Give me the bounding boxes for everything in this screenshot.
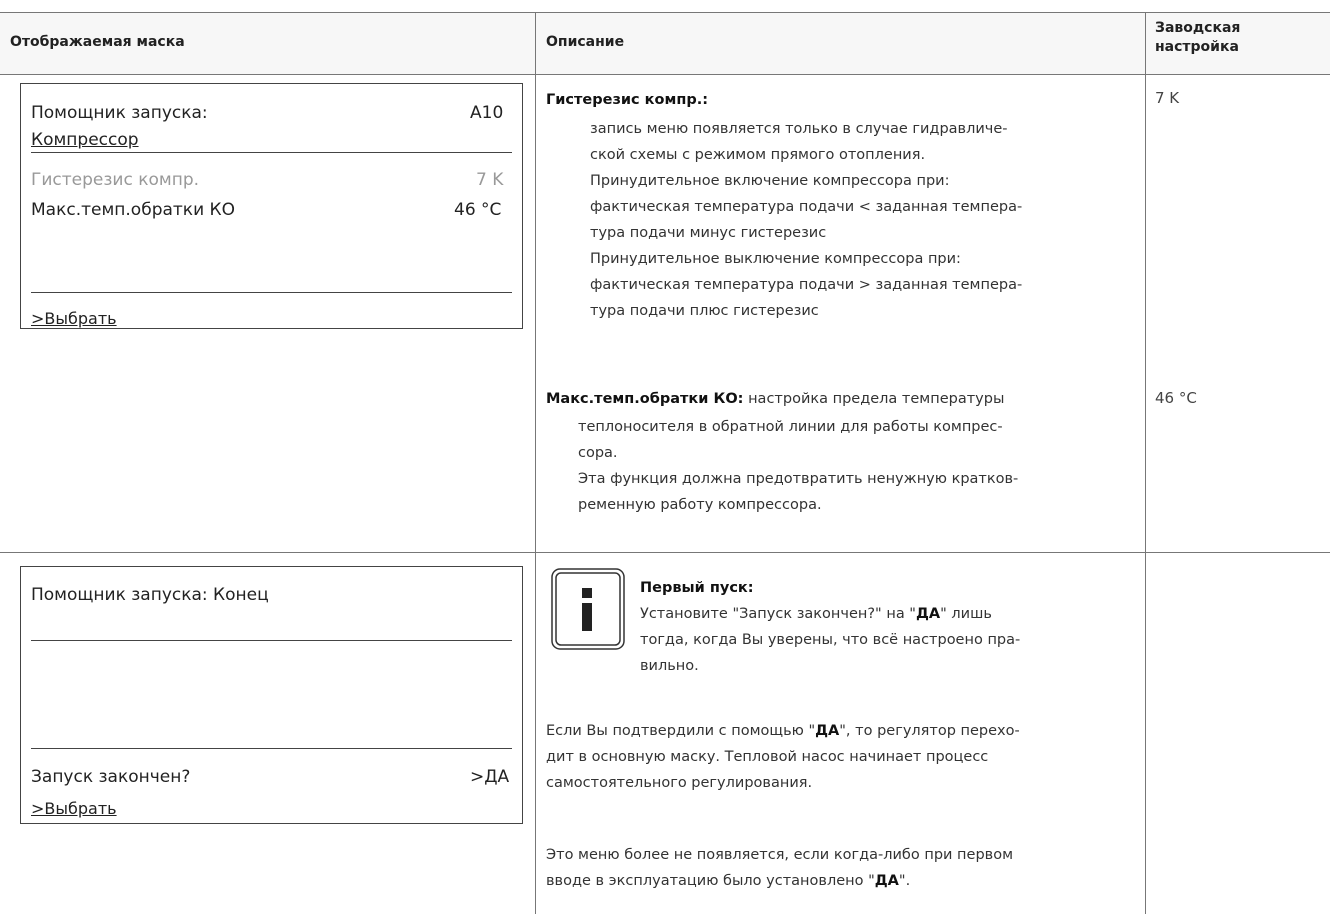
header-description-column: Описание [546, 34, 625, 50]
note-line: вильно. [640, 658, 699, 674]
header-factory-setting-line1: Заводская [1155, 20, 1241, 36]
note-line: тогда, когда Вы уверены, что всё настрое… [640, 632, 1021, 648]
para-line: Это меню более не появляется, если когда… [546, 847, 1014, 863]
column-divider-2 [1145, 12, 1146, 914]
para-line: Если Вы подтвердили с помощью "ДА", то р… [546, 718, 1020, 744]
desc-line: тура подачи плюс гистерезис [590, 303, 819, 319]
screen-code: A10 [470, 103, 504, 123]
info-icon [551, 568, 625, 650]
note-line: Установите "Запуск закончен?" на "ДА" ли… [640, 601, 992, 627]
desc-line: сора. [578, 445, 618, 461]
desc-line: ременную работу компрессора. [578, 497, 822, 513]
max-return-first-line: Макс.темп.обратки КО: настройка предела … [546, 386, 1004, 412]
note-text: Установите "Запуск закончен?" на " [640, 606, 916, 622]
term-hysteresis: Гистерезис компр.: [546, 92, 709, 108]
desc-line: теплоносителя в обратной линии для работ… [578, 419, 1003, 435]
screen-separator [31, 292, 512, 293]
hysteresis-value: 7 K [476, 170, 504, 190]
factory-max-return-temp: 46 °C [1155, 389, 1197, 407]
para-text: Если Вы подтвердили с помощью " [546, 723, 816, 739]
para-text: вводе в эксплуатацию было установлено " [546, 873, 875, 889]
desc-line: Принудительное выключение компрессора пр… [590, 251, 961, 267]
factory-hysteresis: 7 K [1155, 89, 1180, 107]
start-finished-answer: >ДА [470, 767, 510, 787]
para-line: самостоятельного регулирования. [546, 775, 813, 791]
screen-separator [31, 748, 512, 749]
hysteresis-label: Гистерезис компр. [31, 170, 200, 190]
row-divider [0, 552, 1330, 553]
screen-separator [31, 152, 512, 153]
header-bottom-border [0, 74, 1330, 75]
table-top-border [0, 12, 1330, 13]
screen-subtitle: Компрессор [31, 130, 139, 150]
desc-line: Эта функция должна предотвратить ненужну… [578, 471, 1019, 487]
note-title: Первый пуск: [640, 580, 754, 596]
start-finished-question: Запуск закончен? [31, 767, 191, 787]
para-line: дит в основную маску. Тепловой насос нач… [546, 749, 989, 765]
para-text: ", то регулятор перехо- [839, 723, 1020, 739]
para-text: ". [898, 873, 911, 889]
screen-separator [31, 640, 512, 641]
note-yes: ДА [915, 606, 941, 622]
desc-line: фактическая температура подачи > заданна… [590, 277, 1023, 293]
desc-line: ской схемы с режимом прямого отопления. [590, 147, 926, 163]
screen-title: Помощник запуска: Конец [31, 585, 269, 605]
select-action: >Выбрать [31, 799, 117, 818]
desc-line: тура подачи минус гистерезис [590, 225, 827, 241]
header-screen-column: Отображаемая маска [10, 34, 185, 50]
desc-text: настройка предела температуры [743, 391, 1005, 407]
para-line: вводе в эксплуатацию было установлено "Д… [546, 868, 910, 894]
desc-line: фактическая температура подачи < заданна… [590, 199, 1023, 215]
para-yes: ДА [815, 723, 840, 739]
term-max-return-temp: Макс.темп.обратки КО: [546, 391, 744, 407]
header-factory-setting-line2: настройка [1155, 39, 1239, 55]
note-text: " лишь [940, 606, 992, 622]
column-divider-1 [535, 12, 536, 914]
max-return-temp-label: Макс.темп.обратки КО [31, 200, 235, 220]
desc-line: Принудительное включение компрессора при… [590, 173, 950, 189]
max-return-temp-value: 46 °C [454, 200, 502, 220]
screen-title: Помощник запуска: [31, 103, 208, 123]
select-action: >Выбрать [31, 309, 117, 328]
para-yes: ДА [874, 873, 899, 889]
desc-line: запись меню появляется только в случае г… [590, 121, 1008, 137]
table-header [0, 12, 1330, 74]
